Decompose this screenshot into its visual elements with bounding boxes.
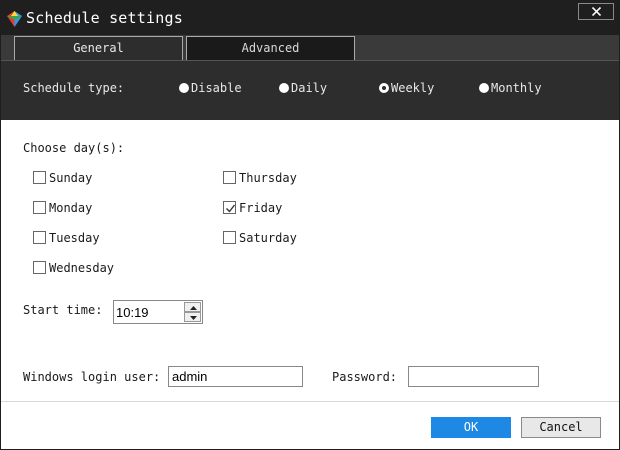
login-user-input[interactable] — [168, 366, 303, 387]
gem-icon — [7, 11, 22, 27]
arrow-up-icon — [190, 306, 197, 310]
footer-divider — [1, 401, 619, 402]
radio-monthly[interactable]: Monthly — [479, 81, 542, 95]
radio-daily[interactable]: Daily — [279, 81, 327, 95]
radio-indicator — [279, 83, 289, 93]
checkbox-label: Saturday — [239, 231, 297, 245]
checkbox-box — [223, 171, 236, 184]
login-user-label: Windows login user: — [23, 370, 161, 384]
time-increment-button[interactable] — [184, 302, 201, 312]
start-time-picker — [113, 300, 203, 324]
checkbox-box-checked — [223, 201, 236, 214]
checkbox-label: Sunday — [49, 171, 93, 185]
radio-label: Weekly — [391, 81, 435, 95]
checkbox-tuesday[interactable]: Tuesday — [33, 231, 100, 245]
checkbox-box — [33, 231, 46, 244]
cancel-button[interactable]: Cancel — [521, 417, 601, 438]
checkbox-label: Tuesday — [49, 231, 100, 245]
start-time-input[interactable] — [115, 302, 183, 322]
radio-label: Monthly — [491, 81, 542, 95]
radio-disable[interactable]: Disable — [179, 81, 242, 95]
checkbox-saturday[interactable]: Saturday — [223, 231, 297, 245]
tab-advanced[interactable]: Advanced — [186, 36, 355, 60]
start-time-label: Start time: — [23, 303, 103, 317]
checkbox-label: Wednesday — [49, 261, 115, 275]
radio-indicator — [179, 83, 189, 93]
radio-indicator — [479, 83, 489, 93]
close-icon — [592, 7, 601, 16]
window-title: Schedule settings — [26, 9, 183, 27]
password-label: Password: — [332, 370, 398, 384]
close-button[interactable] — [578, 3, 614, 20]
schedule-settings-dialog: Schedule settings General Advanced Sched… — [0, 0, 620, 450]
radio-label: Daily — [291, 81, 328, 95]
checkbox-label: Friday — [239, 201, 283, 215]
radio-label: Disable — [191, 81, 242, 95]
checkbox-thursday[interactable]: Thursday — [223, 171, 297, 185]
checkbox-friday[interactable]: Friday — [223, 201, 282, 215]
password-input[interactable] — [408, 366, 539, 387]
checkbox-wednesday[interactable]: Wednesday — [33, 261, 114, 275]
checkbox-monday[interactable]: Monday — [33, 201, 92, 215]
checkbox-sunday[interactable]: Sunday — [33, 171, 92, 185]
checkmark-icon — [226, 204, 236, 213]
checkbox-label: Monday — [49, 201, 93, 215]
schedule-type-label: Schedule type: — [23, 81, 125, 95]
checkbox-box — [33, 201, 46, 214]
title-bar[interactable]: Schedule settings — [1, 1, 619, 35]
arrow-down-icon — [190, 316, 197, 320]
checkbox-box — [223, 231, 236, 244]
ok-button[interactable]: OK — [431, 417, 511, 438]
checkbox-box — [33, 261, 46, 274]
tab-general[interactable]: General — [14, 36, 183, 60]
choose-days-label: Choose day(s): — [23, 141, 125, 155]
radio-indicator-selected — [379, 83, 389, 93]
radio-weekly[interactable]: Weekly — [379, 81, 434, 95]
tab-strip: General Advanced — [1, 35, 619, 60]
checkbox-label: Thursday — [239, 171, 297, 185]
checkbox-box — [33, 171, 46, 184]
schedule-type-section: Schedule type: Disable Daily Weekly Mont… — [1, 60, 619, 120]
time-decrement-button[interactable] — [184, 312, 201, 322]
